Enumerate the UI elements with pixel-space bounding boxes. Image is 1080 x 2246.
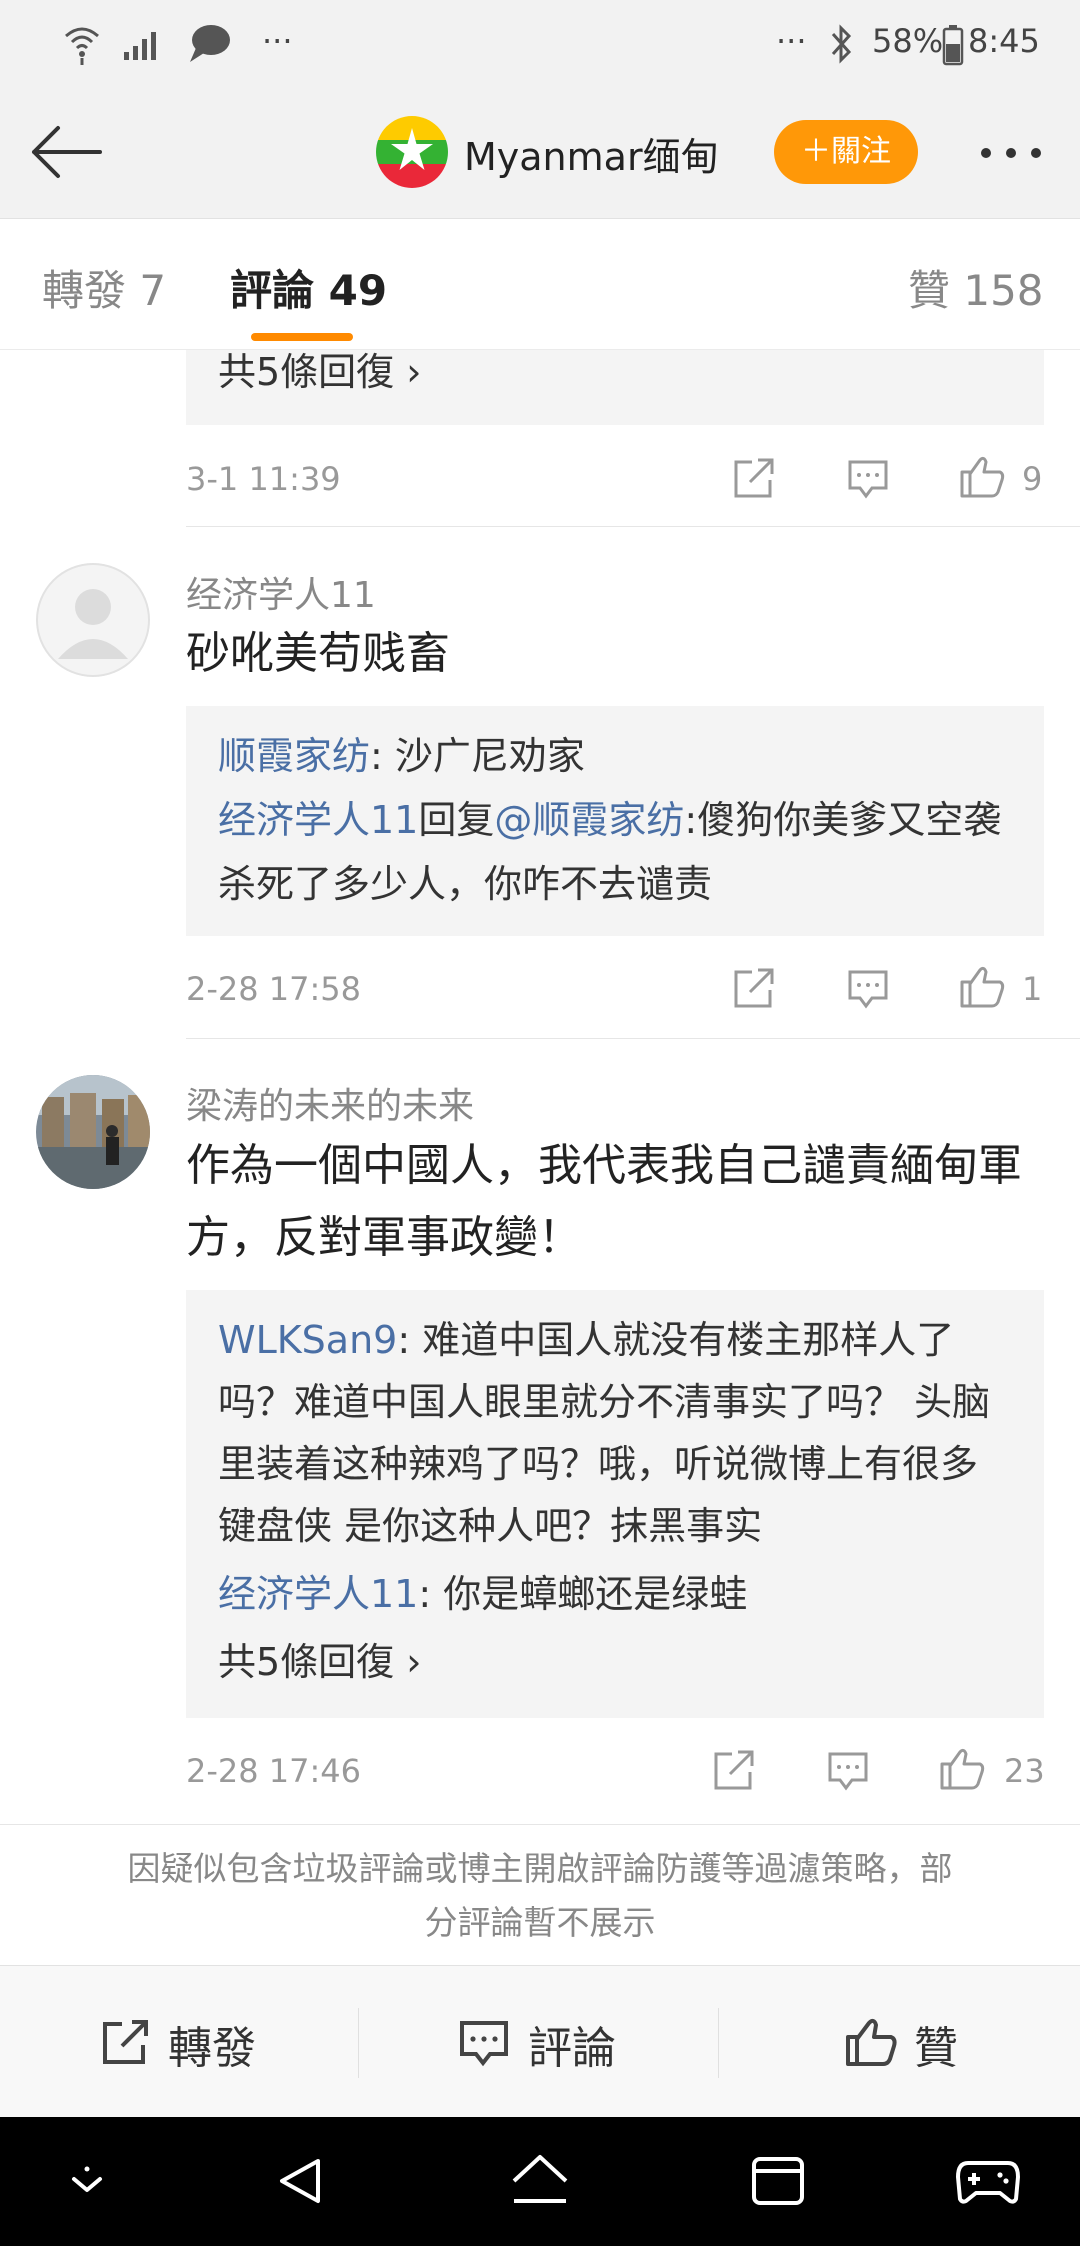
like-count: 9 xyxy=(1022,460,1043,498)
notice-line2: 分評論暫不展示 xyxy=(424,1903,656,1942)
filter-notice: 因疑似包含垃圾評論或博主開啟評論防護等過濾策略，部 分評論暫不展示 xyxy=(0,1824,1080,1964)
tab-bar: 轉發 7 評論 49 贊 158 xyxy=(0,219,1080,350)
game-controller-icon[interactable] xyxy=(956,2155,1020,2207)
comment-icon[interactable] xyxy=(846,456,890,500)
bluetooth-icon xyxy=(831,24,852,64)
status-right-dots: ··· xyxy=(776,22,807,60)
comment-time: 2-28 17:46 xyxy=(186,1752,362,1790)
reply-box: 顺霞家纺: 沙广尼劝家 经济学人11回复@顺霞家纺:傻狗你美爹又空袭 杀死了多少… xyxy=(186,706,1044,936)
reply-item: 顺霞家纺: 沙广尼劝家 xyxy=(218,724,585,788)
comment-username[interactable]: 梁涛的未来的未来 xyxy=(186,1077,474,1129)
repost-button[interactable]: 轉發 xyxy=(96,2002,296,2082)
tab-likes[interactable]: 贊 158 xyxy=(908,257,1044,318)
back-arrow-icon[interactable] xyxy=(28,122,104,182)
bottom-action-bar: 轉發 評論 贊 xyxy=(0,1965,1080,2118)
like-count: 23 xyxy=(1004,1752,1045,1790)
reply-text: : 沙广尼劝家 xyxy=(370,734,585,778)
repost-icon[interactable] xyxy=(732,456,776,500)
separator xyxy=(358,2008,359,2078)
reply-box: 共5條回復 › xyxy=(186,350,1044,425)
avatar[interactable] xyxy=(36,563,150,677)
status-bar: ··· ··· 58% 8:45 xyxy=(0,0,1080,90)
reply-text-line2: 吗？难道中国人眼里就分不清事实了吗？ 头脑 xyxy=(218,1380,991,1424)
like-icon[interactable] xyxy=(958,962,1006,1010)
reply-author[interactable]: 顺霞家纺 xyxy=(218,734,370,778)
repost-icon[interactable] xyxy=(712,1748,756,1792)
more-icon[interactable] xyxy=(976,136,1046,170)
divider xyxy=(186,1038,1080,1039)
reply-item: 经济学人11: 你是蟑螂还是绿蛙 xyxy=(218,1562,747,1626)
reply-item: 经济学人11回复@顺霞家纺:傻狗你美爹又空袭 xyxy=(218,788,1001,852)
reply-box: WLKSan9: 难道中国人就没有楼主那样人了 吗？难道中国人眼里就分不清事实了… xyxy=(186,1290,1044,1718)
myanmar-flag-avatar[interactable] xyxy=(376,116,448,188)
nav-recents-icon[interactable] xyxy=(750,2155,806,2207)
comment-username[interactable]: 经济学人11 xyxy=(186,566,376,618)
clock: 8:45 xyxy=(968,22,1040,60)
comment-icon xyxy=(460,2021,508,2067)
repost-icon xyxy=(103,2020,148,2064)
tab-repost[interactable]: 轉發 7 xyxy=(42,257,166,318)
avatar[interactable] xyxy=(36,1075,150,1189)
like-icon[interactable] xyxy=(938,1744,986,1792)
nav-back-icon[interactable] xyxy=(272,2153,328,2209)
signal-icon xyxy=(124,32,156,60)
chevron-down-icon[interactable] xyxy=(62,2157,112,2207)
more-replies-link[interactable]: 共5條回復 › xyxy=(218,1630,421,1694)
wifi-icon xyxy=(65,27,99,65)
chat-bubble-icon xyxy=(190,25,230,62)
comment-icon[interactable] xyxy=(826,1748,870,1792)
battery-icon xyxy=(942,25,964,66)
battery-percent: 58% xyxy=(872,22,944,60)
comment-time: 2-28 17:58 xyxy=(186,970,362,1008)
nav-home-icon[interactable] xyxy=(508,2151,572,2211)
repost-icon[interactable] xyxy=(732,966,776,1010)
reply-text: : 你是蟑螂还是绿蛙 xyxy=(418,1572,748,1616)
comment-text: 作為一個中國人，我代表我自己譴責緬甸軍 xyxy=(186,1140,1022,1191)
comment-label: 評論 xyxy=(528,2023,616,2074)
divider xyxy=(186,526,1080,527)
repost-label: 轉發 xyxy=(168,2023,256,2074)
separator xyxy=(718,2008,719,2078)
reply-mention[interactable]: @顺霞家纺 xyxy=(494,798,684,842)
comment-text-line2: 方，反對軍事政變！ xyxy=(186,1212,582,1263)
tab-comments[interactable]: 評論 49 xyxy=(230,257,387,318)
reply-author[interactable]: 经济学人11 xyxy=(218,1572,418,1616)
comment-time: 3-1 11:39 xyxy=(186,460,341,498)
reply-author[interactable]: WLKSan9 xyxy=(218,1318,397,1362)
reply-text-line4: 键盘侠 是你这种人吧？抹黑事实 xyxy=(218,1504,763,1548)
reply-middle: 回复 xyxy=(418,798,495,842)
like-label: 贊 xyxy=(914,2023,958,2074)
follow-button[interactable]: ＋關注 xyxy=(774,120,918,184)
top-header: Myanmar缅甸 ＋關注 xyxy=(0,90,1080,219)
notice-line1: 因疑似包含垃圾評論或博主開啟評論防護等過濾策略，部 xyxy=(127,1849,953,1888)
more-replies-link[interactable]: 共5條回復 › xyxy=(218,340,421,404)
system-nav-bar xyxy=(0,2117,1080,2246)
reply-text-continued: 杀死了多少人，你咋不去谴责 xyxy=(218,862,713,906)
reply-text: : 难道中国人就没有楼主那样人了 xyxy=(397,1318,955,1362)
reply-author[interactable]: 经济学人11 xyxy=(218,798,418,842)
reply-text-line3: 里装着这种辣鸡了吗？哦，听说微博上有很多 xyxy=(218,1442,979,1486)
like-count: 1 xyxy=(1022,970,1043,1008)
like-icon xyxy=(846,2018,897,2066)
status-left-dots: ··· xyxy=(262,22,293,60)
comment-icon[interactable] xyxy=(846,966,890,1010)
comment-button[interactable]: 評論 xyxy=(456,2002,656,2082)
like-button[interactable]: 贊 xyxy=(842,2002,1002,2082)
comment-text: 砂吪美苟贱畜 xyxy=(186,628,450,679)
reply-text: :傻狗你美爹又空袭 xyxy=(684,798,1002,842)
reply-item: WLKSan9: 难道中国人就没有楼主那样人了 xyxy=(218,1308,954,1372)
header-title[interactable]: Myanmar缅甸 xyxy=(464,126,719,181)
like-icon[interactable] xyxy=(958,452,1006,500)
